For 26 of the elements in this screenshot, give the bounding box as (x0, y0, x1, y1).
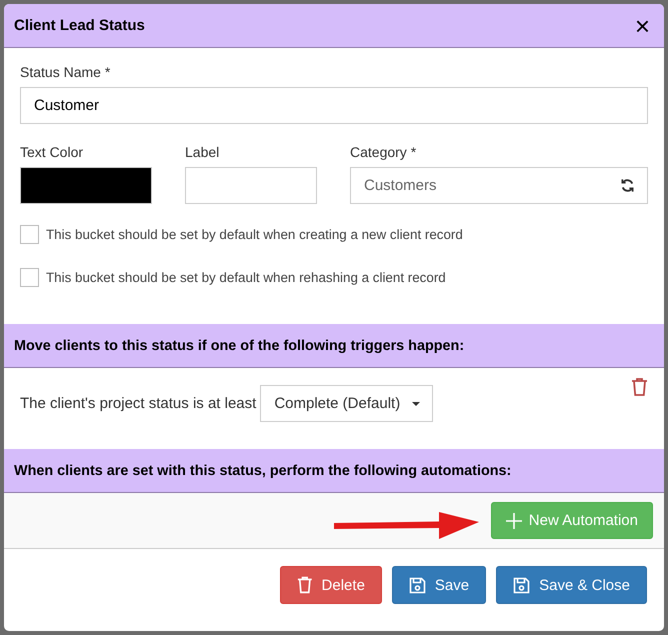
checkbox-label: This bucket should be set by default when rehashing a client record (46, 270, 446, 285)
checkbox-label: This bucket should be set by default when creating a new client record (46, 227, 463, 242)
close-button[interactable]: × (630, 12, 654, 38)
field-label: Text Color (20, 144, 84, 160)
checkbox[interactable] (20, 225, 39, 244)
save-button[interactable]: Save & Close (496, 566, 647, 604)
color-swatch[interactable] (20, 167, 152, 204)
section-header: Move clients to this status if one of the following triggers happen: (4, 324, 664, 368)
save-button[interactable]: Save (392, 566, 486, 604)
trash-icon (296, 575, 313, 595)
section-header: When clients are set with this status, perform the following automations: (4, 449, 664, 493)
category-field[interactable]: Customers (350, 167, 648, 204)
refresh-icon[interactable] (620, 178, 635, 193)
trigger-text: The client's project status is at least (20, 395, 256, 412)
status-dropdown[interactable]: Complete (Default) (260, 385, 434, 422)
dialog-title: Client Lead Status (14, 17, 145, 34)
trash-icon (631, 377, 648, 397)
label-field[interactable] (185, 167, 317, 204)
field-label: Label (185, 144, 220, 160)
plus-icon (506, 512, 522, 528)
field-label: Category * (350, 144, 418, 160)
checkbox[interactable] (20, 268, 39, 287)
delete-button[interactable]: Delete (280, 566, 382, 604)
field-label: Status Name * (20, 64, 112, 80)
status-name-field[interactable]: Customer (20, 87, 648, 124)
new-automation-button[interactable]: New Automation (490, 502, 653, 539)
